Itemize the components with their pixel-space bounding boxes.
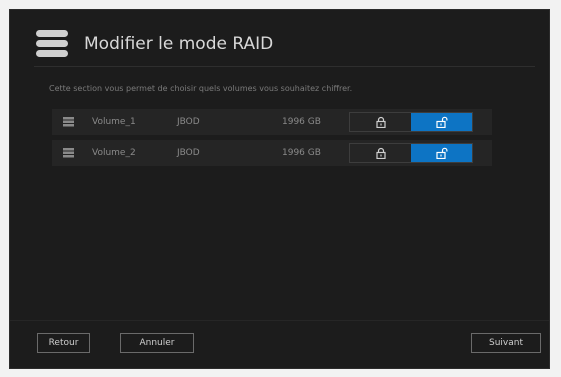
volume-type: JBOD [177,148,200,158]
volume-list: Volume_1 JBOD 1996 GB Volume_2 JBOD 1996… [52,109,492,171]
volume-type: JBOD [177,117,200,127]
encrypt-lock-button[interactable] [350,144,411,162]
volume-size: 1996 GB [282,117,321,127]
lock-open-icon [435,147,447,159]
raid-dialog: Modifier le mode RAID Cette section vous… [9,9,550,369]
disk-icon [63,148,74,158]
footer-divider [10,320,549,321]
volume-row: Volume_1 JBOD 1996 GB [52,109,492,135]
database-icon [36,30,68,57]
encrypt-lock-button[interactable] [350,113,411,131]
next-button[interactable]: Suivant [471,333,541,353]
header-divider [34,66,535,67]
lock-closed-icon [375,116,386,128]
lock-closed-icon [375,147,386,159]
section-description: Cette section vous permet de choisir que… [49,84,353,93]
encryption-toggle [349,112,473,132]
dialog-header: Modifier le mode RAID [34,27,273,61]
lock-open-icon [435,116,447,128]
encrypt-unlock-button[interactable] [411,113,472,131]
volume-name: Volume_1 [92,117,136,127]
disk-icon [63,117,74,127]
volume-size: 1996 GB [282,148,321,158]
encryption-toggle [349,143,473,163]
back-button[interactable]: Retour [37,333,90,353]
encrypt-unlock-button[interactable] [411,144,472,162]
volume-row: Volume_2 JBOD 1996 GB [52,140,492,166]
dialog-title: Modifier le mode RAID [84,34,274,54]
volume-name: Volume_2 [92,148,136,158]
cancel-button[interactable]: Annuler [120,333,194,353]
